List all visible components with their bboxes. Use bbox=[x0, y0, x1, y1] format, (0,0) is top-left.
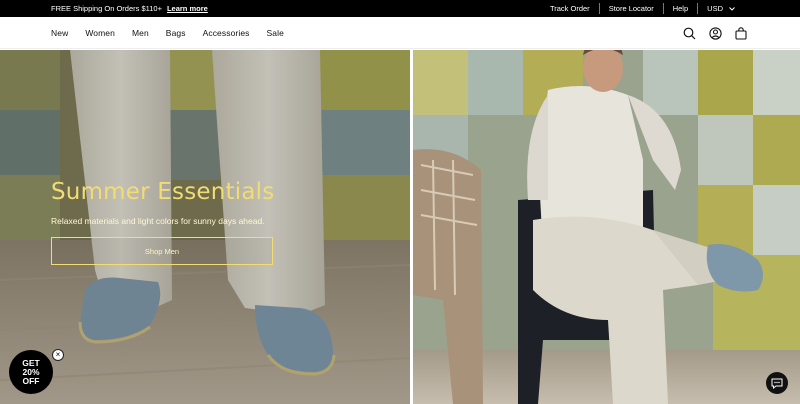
hero-title: Summer Essentials bbox=[51, 179, 275, 205]
site-header: New Women Men Bags Accessories Sale bbox=[0, 17, 800, 49]
chevron-down-icon bbox=[729, 6, 735, 11]
bag-icon[interactable] bbox=[734, 26, 748, 40]
shipping-promo: FREE Shipping On Orders $110+ Learn more bbox=[51, 4, 208, 13]
currency-label: USD bbox=[707, 4, 723, 13]
store-locator-link[interactable]: Store Locator bbox=[600, 0, 663, 17]
hero-subtitle: Relaxed materials and light colors for s… bbox=[51, 216, 265, 226]
nav-item-men[interactable]: Men bbox=[132, 28, 149, 38]
nav-item-women[interactable]: Women bbox=[85, 28, 115, 38]
nav-item-accessories[interactable]: Accessories bbox=[203, 28, 250, 38]
close-icon[interactable]: × bbox=[52, 349, 64, 361]
nav-item-bags[interactable]: Bags bbox=[166, 28, 186, 38]
nav-item-sale[interactable]: Sale bbox=[267, 28, 284, 38]
announcement-bar: FREE Shipping On Orders $110+ Learn more… bbox=[0, 0, 800, 17]
chat-button[interactable] bbox=[766, 372, 788, 394]
search-icon[interactable] bbox=[682, 26, 696, 40]
learn-more-link[interactable]: Learn more bbox=[167, 4, 208, 13]
track-order-link[interactable]: Track Order bbox=[541, 0, 599, 17]
shipping-text: FREE Shipping On Orders $110+ bbox=[51, 4, 162, 13]
header-icons bbox=[682, 17, 748, 49]
shop-men-button[interactable]: Shop Men bbox=[51, 237, 273, 265]
hero-image-right[interactable] bbox=[413, 50, 800, 404]
model-photo bbox=[413, 50, 800, 404]
nav-item-new[interactable]: New bbox=[51, 28, 68, 38]
hero-banner: Summer Essentials Relaxed materials and … bbox=[0, 50, 800, 404]
utility-links: Track Order Store Locator Help USD bbox=[541, 0, 744, 17]
chat-bubble-icon bbox=[771, 378, 783, 389]
help-link[interactable]: Help bbox=[664, 0, 697, 17]
main-nav: New Women Men Bags Accessories Sale bbox=[51, 17, 301, 49]
promo-line-3: OFF bbox=[22, 375, 40, 386]
discount-badge[interactable]: GET 20% OFF bbox=[9, 350, 53, 394]
account-icon[interactable] bbox=[708, 26, 722, 40]
currency-selector[interactable]: USD bbox=[698, 0, 744, 17]
